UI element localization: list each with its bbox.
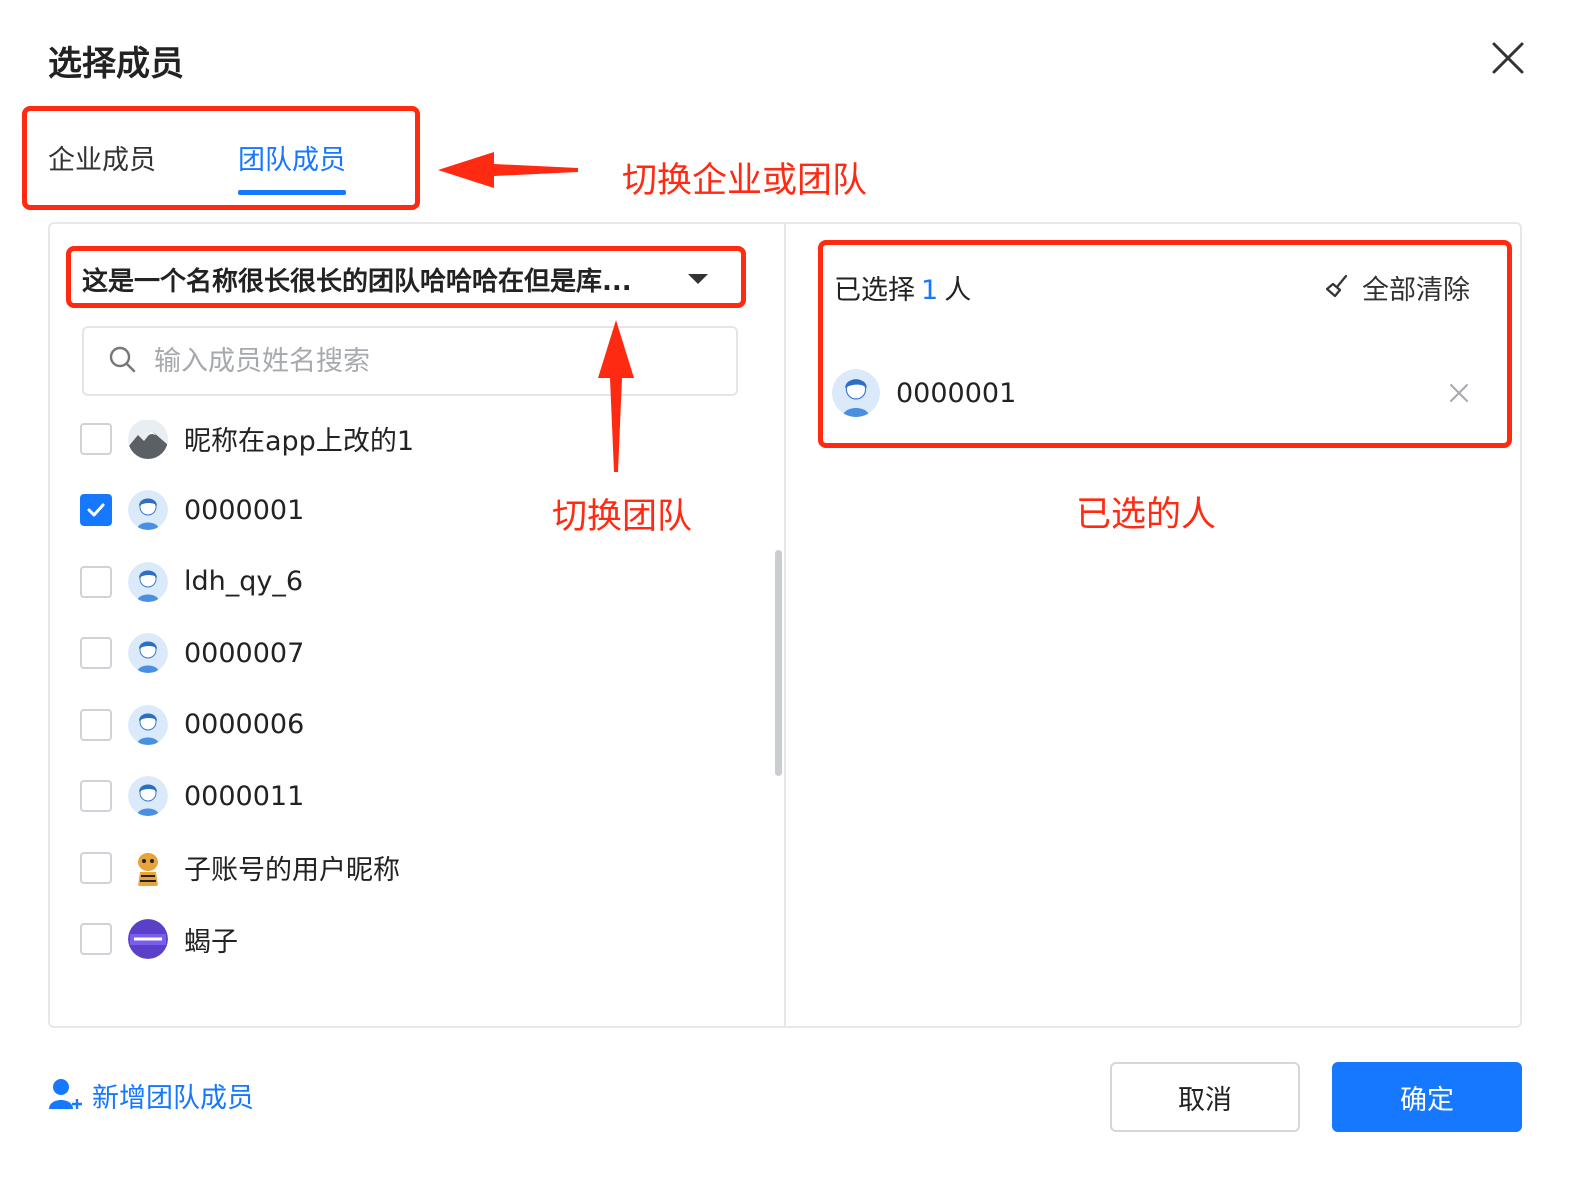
member-type-tabs: 企业成员 团队成员 bbox=[48, 138, 428, 198]
member-checkbox[interactable] bbox=[80, 565, 112, 598]
member-name: 0000011 bbox=[184, 780, 305, 812]
close-icon[interactable] bbox=[1490, 40, 1526, 76]
selected-prefix: 已选择 bbox=[834, 275, 915, 306]
clear-all-button[interactable]: 全部清除 bbox=[1324, 268, 1470, 307]
default-user-avatar bbox=[832, 369, 880, 417]
add-team-member-button[interactable]: 新增团队成员 bbox=[48, 1076, 254, 1115]
broom-icon bbox=[1324, 273, 1350, 303]
add-user-icon bbox=[48, 1077, 84, 1115]
member-checkbox[interactable] bbox=[80, 780, 112, 813]
team-select-dropdown[interactable]: 这是一个名称很长很长的团队哈哈哈在但是库... bbox=[82, 258, 722, 300]
member-name: 0000006 bbox=[184, 709, 305, 741]
team-select-value: 这是一个名称很长很长的团队哈哈哈在但是库... bbox=[82, 266, 632, 297]
member-checkbox[interactable] bbox=[80, 851, 112, 884]
annotation-selected-people: 已选的人 bbox=[1076, 495, 1217, 535]
caret-down-icon bbox=[688, 274, 708, 284]
check-icon bbox=[87, 503, 105, 517]
annotation-arrow-left-icon bbox=[436, 146, 582, 198]
selected-count: 1 bbox=[921, 275, 939, 306]
member-name: 0000001 bbox=[184, 494, 305, 526]
selected-suffix: 人 bbox=[944, 275, 972, 306]
mountain-photo-avatar bbox=[128, 420, 168, 459]
selected-member-item: 0000001 bbox=[832, 368, 1482, 418]
cancel-button[interactable]: 取消 bbox=[1110, 1062, 1300, 1132]
member-row[interactable]: 子账号的用户昵称 bbox=[80, 832, 770, 904]
default-user-avatar bbox=[128, 704, 168, 745]
dialog-title: 选择成员 bbox=[48, 44, 184, 84]
member-list-scrollbar[interactable] bbox=[775, 550, 782, 776]
member-name: 子账号的用户昵称 bbox=[184, 855, 400, 887]
member-checkbox[interactable] bbox=[80, 708, 112, 741]
member-checkbox[interactable] bbox=[80, 494, 112, 527]
tiger-cartoon-avatar bbox=[128, 847, 168, 888]
tab-enterprise-members[interactable]: 企业成员 bbox=[48, 138, 156, 198]
member-row[interactable]: 昵称在app上改的1 bbox=[80, 420, 770, 475]
panel-divider bbox=[784, 222, 786, 1028]
selected-summary: 已选择 1 人 bbox=[834, 268, 971, 307]
purple-poster-avatar bbox=[128, 919, 168, 960]
member-checkbox[interactable] bbox=[80, 637, 112, 670]
member-row[interactable]: 蝎子 bbox=[80, 904, 770, 976]
selected-member-name: 0000001 bbox=[896, 377, 1017, 409]
default-user-avatar bbox=[128, 490, 168, 531]
member-checkbox[interactable] bbox=[80, 923, 112, 956]
member-row[interactable]: 0000006 bbox=[80, 689, 770, 761]
default-user-avatar bbox=[128, 776, 168, 817]
member-name: ldh_qy_6 bbox=[184, 566, 304, 598]
annotation-switch-team: 切换团队 bbox=[552, 497, 693, 537]
clear-all-label: 全部清除 bbox=[1362, 275, 1470, 306]
member-checkbox[interactable] bbox=[80, 422, 112, 455]
default-user-avatar bbox=[128, 561, 168, 602]
member-row[interactable]: 0000007 bbox=[80, 618, 770, 690]
annotation-switch-tab: 切换企业或团队 bbox=[622, 161, 868, 201]
annotation-arrow-up-icon bbox=[592, 318, 640, 480]
member-name: 蝎子 bbox=[184, 926, 238, 958]
default-user-avatar bbox=[128, 633, 168, 674]
search-icon bbox=[108, 345, 136, 377]
confirm-button[interactable]: 确定 bbox=[1332, 1062, 1522, 1132]
remove-close-icon[interactable] bbox=[1448, 382, 1470, 404]
member-row[interactable]: 0000011 bbox=[80, 761, 770, 833]
add-team-member-label: 新增团队成员 bbox=[92, 1083, 254, 1114]
member-name: 昵称在app上改的1 bbox=[184, 426, 415, 458]
tab-team-members[interactable]: 团队成员 bbox=[238, 138, 346, 198]
member-row[interactable]: ldh_qy_6 bbox=[80, 546, 770, 618]
member-name: 0000007 bbox=[184, 637, 305, 669]
